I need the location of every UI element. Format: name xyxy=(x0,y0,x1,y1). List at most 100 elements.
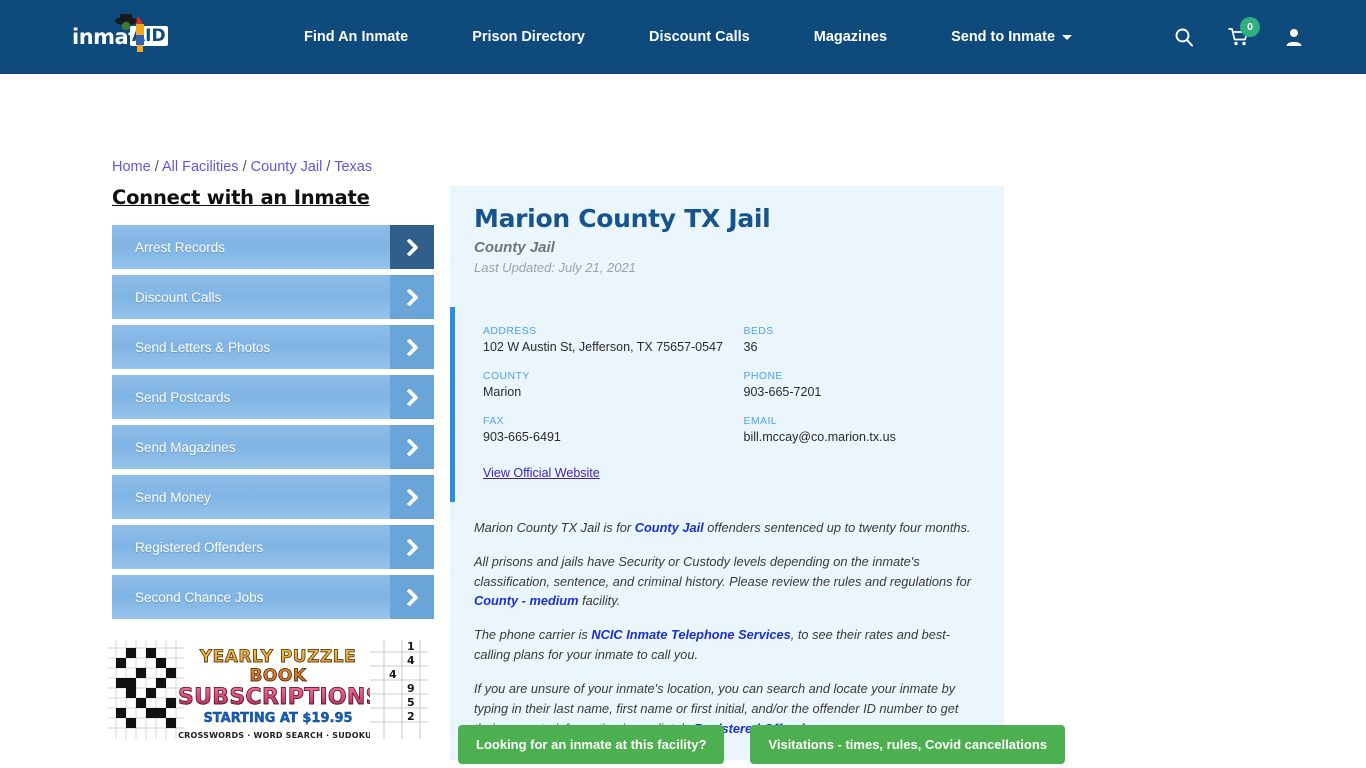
breadcrumb-separator: / xyxy=(154,159,159,175)
facility-phone-value: 903-665-7201 xyxy=(743,385,822,399)
facility-beds-label: BEDS xyxy=(743,325,774,337)
chevron-right-icon xyxy=(390,325,434,369)
main-navigation: Find An Inmate Prison Directory Discount… xyxy=(272,29,1104,45)
sidebar-item-label: Send Money xyxy=(135,489,211,505)
sidebar-item-label: Registered Offenders xyxy=(135,539,264,555)
desc-p2-text-b: facility. xyxy=(578,593,621,609)
visitations-button[interactable]: Visitations - times, rules, Covid cancel… xyxy=(750,725,1066,764)
sidebar-item-second-chance-jobs[interactable]: Second Chance Jobs xyxy=(112,575,434,619)
description-paragraph-3: The phone carrier is NCIC Inmate Telepho… xyxy=(474,625,980,665)
sidebar-item-label: Send Magazines xyxy=(135,439,236,455)
facility-county-field: COUNTY Marion xyxy=(483,370,744,399)
sidebar-item-label: Discount Calls xyxy=(135,289,222,305)
site-header: inmate AID Find An Inmate Prison Directo… xyxy=(0,0,1366,74)
breadcrumb-item-all-facilities[interactable]: All Facilities xyxy=(162,159,239,175)
crossword-grid-graphic xyxy=(108,640,184,739)
sidebar-item-send-postcards[interactable]: Send Postcards xyxy=(112,375,434,419)
nav-discount-calls[interactable]: Discount Calls xyxy=(617,29,782,45)
chevron-right-icon xyxy=(390,275,434,319)
ad-subheadline: SUBSCRIPTIONS xyxy=(178,685,382,710)
facility-beds-field: BEDS 36 xyxy=(744,325,1005,354)
facility-detail-panel: Marion County TX Jail County Jail Last U… xyxy=(450,186,1004,761)
facility-email-label: EMAIL xyxy=(743,415,778,427)
nav-prison-directory[interactable]: Prison Directory xyxy=(440,29,617,45)
facility-fax-label: FAX xyxy=(483,415,505,427)
breadcrumb-item-texas[interactable]: Texas xyxy=(334,159,372,175)
inmate-search-button[interactable]: Looking for an inmate at this facility? xyxy=(458,725,725,764)
facility-info-column-right: BEDS 36 PHONE 903-665-7201 EMAIL bill.mc… xyxy=(744,325,1005,460)
cart-count-badge: 0 xyxy=(1240,17,1260,37)
svg-text:4: 4 xyxy=(407,654,415,667)
site-logo[interactable]: inmate AID xyxy=(72,14,194,54)
sidebar-item-label: Second Chance Jobs xyxy=(135,589,264,605)
breadcrumb-separator: / xyxy=(326,159,331,175)
facility-county-label: COUNTY xyxy=(483,370,530,382)
ad-text-block: YEARLY PUZZLE BOOK SUBSCRIPTIONS STARTIN… xyxy=(178,647,382,739)
facility-last-updated: Last Updated: July 21, 2021 xyxy=(474,260,636,275)
facility-header: Marion County TX Jail County Jail Last U… xyxy=(450,186,1004,289)
ad-headline: YEARLY PUZZLE BOOK xyxy=(178,647,378,686)
sidebar-heading: Connect with an Inmate xyxy=(112,186,370,209)
facility-beds-value: 36 xyxy=(743,340,758,354)
sidebar-item-label: Arrest Records xyxy=(135,239,226,255)
breadcrumb-separator: / xyxy=(242,159,247,175)
nav-send-to-inmate[interactable]: Send to Inmate xyxy=(919,29,1104,45)
chevron-right-icon xyxy=(390,375,434,419)
puzzle-book-ad-banner[interactable]: YEARLY PUZZLE BOOK SUBSCRIPTIONS STARTIN… xyxy=(108,640,428,739)
facility-address-value: 102 W Austin St, Jefferson, TX 75657-054… xyxy=(483,340,723,354)
sidebar: Connect with an Inmate Arrest Records Di… xyxy=(112,186,434,625)
desc-p1-text-a: Marion County TX Jail is for xyxy=(474,520,635,535)
breadcrumb-item-home[interactable]: Home xyxy=(112,159,151,175)
sidebar-item-label: Send Postcards xyxy=(135,389,231,405)
facility-phone-label: PHONE xyxy=(743,370,783,382)
chevron-right-icon xyxy=(390,425,434,469)
search-icon[interactable] xyxy=(1174,27,1194,47)
desc-p1-link-county-jail[interactable]: County Jail xyxy=(635,520,704,535)
sidebar-item-registered-offenders[interactable]: Registered Offenders xyxy=(112,525,434,569)
desc-p2-link-county-medium[interactable]: County - medium xyxy=(474,593,579,608)
nav-magazines[interactable]: Magazines xyxy=(782,29,919,45)
facility-fax-value: 903-665-6491 xyxy=(483,430,561,444)
nav-find-an-inmate[interactable]: Find An Inmate xyxy=(272,29,440,45)
shopping-cart-icon[interactable]: 0 xyxy=(1228,17,1260,47)
facility-email-value: bill.mccay@co.marion.tx.us xyxy=(743,430,896,444)
sidebar-item-send-magazines[interactable]: Send Magazines xyxy=(112,425,434,469)
facility-description: Marion County TX Jail is for County Jail… xyxy=(450,502,1004,760)
header-actions: 0 xyxy=(1174,0,1304,74)
chevron-right-icon xyxy=(390,525,434,569)
ad-categories: CROSSWORDS · WORD SEARCH · SUDOKU · BRAI… xyxy=(178,731,378,739)
svg-text:5: 5 xyxy=(407,696,415,709)
sidebar-item-label: Send Letters & Photos xyxy=(135,339,271,355)
desc-p3-link-ncic[interactable]: NCIC Inmate Telephone Services xyxy=(591,627,790,642)
sidebar-item-send-letters-photos[interactable]: Send Letters & Photos xyxy=(112,325,434,369)
breadcrumb-item-county-jail[interactable]: County Jail xyxy=(251,159,323,175)
view-official-website-link[interactable]: View Official Website xyxy=(483,466,600,480)
svg-text:4: 4 xyxy=(389,668,397,681)
desc-p3-text-a: The phone carrier is xyxy=(474,627,592,643)
desc-p1-text-b: offenders sentenced up to twenty four mo… xyxy=(703,520,971,535)
desc-p2-text-a: All prisons and jails have Security or C… xyxy=(474,553,971,589)
facility-info-grid: ADDRESS 102 W Austin St, Jefferson, TX 7… xyxy=(483,325,1004,460)
nav-send-to-inmate-label: Send to Inmate xyxy=(951,29,1056,45)
facility-address-field: ADDRESS 102 W Austin St, Jefferson, TX 7… xyxy=(483,325,744,354)
facility-type: County Jail xyxy=(474,239,555,256)
facility-county-value: Marion xyxy=(483,385,522,399)
sidebar-item-discount-calls[interactable]: Discount Calls xyxy=(112,275,434,319)
chevron-right-icon xyxy=(390,225,434,269)
facility-phone-field: PHONE 903-665-7201 xyxy=(744,370,1005,399)
facility-info-column-left: ADDRESS 102 W Austin St, Jefferson, TX 7… xyxy=(483,325,744,460)
chevron-right-icon xyxy=(390,475,434,519)
user-account-icon[interactable] xyxy=(1284,27,1304,47)
sidebar-item-send-money[interactable]: Send Money xyxy=(112,475,434,519)
description-paragraph-2: All prisons and jails have Security or C… xyxy=(474,552,980,611)
ad-price: STARTING AT $19.95 xyxy=(203,711,353,726)
facility-info-block: ADDRESS 102 W Austin St, Jefferson, TX 7… xyxy=(450,307,1004,502)
svg-text:9: 9 xyxy=(407,682,415,695)
chevron-right-icon xyxy=(390,575,434,619)
facility-address-label: ADDRESS xyxy=(483,325,537,337)
facility-email-field: EMAIL bill.mccay@co.marion.tx.us xyxy=(744,415,1005,444)
svg-text:2: 2 xyxy=(407,710,415,723)
sidebar-item-arrest-records[interactable]: Arrest Records xyxy=(112,225,434,269)
breadcrumb: Home / All Facilities / County Jail / Te… xyxy=(112,159,372,175)
logo-mascot-icon xyxy=(115,14,144,52)
